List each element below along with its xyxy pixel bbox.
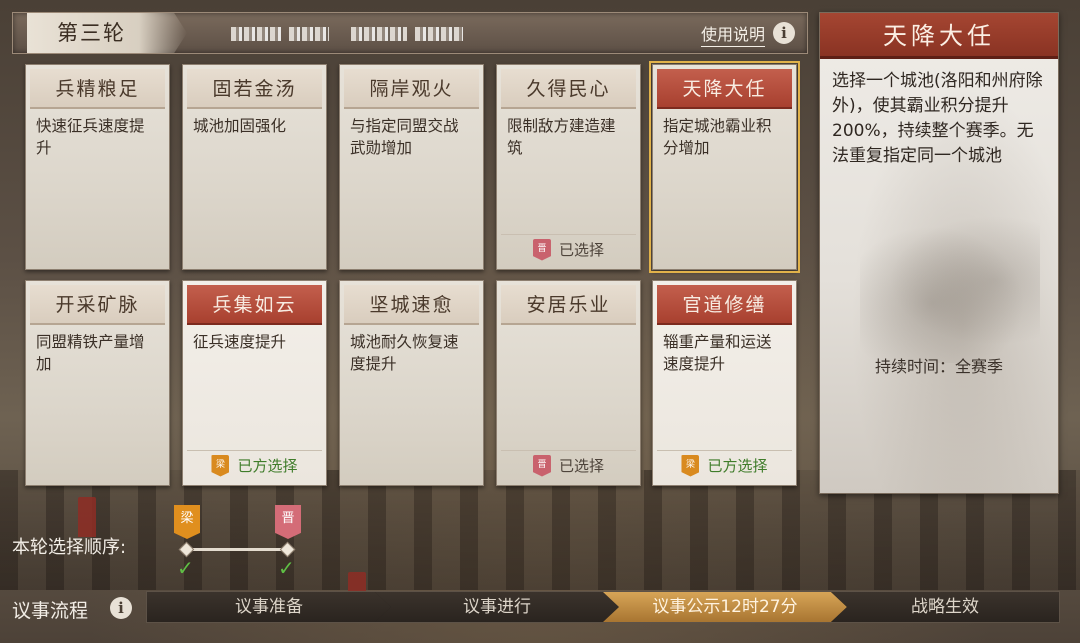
jin-seal-icon: 晋 — [532, 238, 551, 261]
cavalry-illustration — [860, 213, 1040, 363]
redacted-name-block — [231, 27, 281, 41]
card-title: 安居乐业 — [501, 285, 636, 325]
card-description: 城池耐久恢复速度提升 — [350, 333, 459, 373]
enemy-selected-footer: 晋 已选择 — [501, 234, 636, 264]
step-announcement-active: 议事公示12时27分 — [603, 592, 847, 622]
policy-card[interactable]: 久得民心 限制敌方建造建筑 晋 已选择 — [496, 64, 641, 270]
check-icon: ✓ — [278, 556, 295, 580]
card-title: 固若金汤 — [187, 69, 322, 109]
selection-order-label: 本轮选择顺序: — [12, 537, 127, 558]
enemy-selected-footer: 晋 已选择 — [501, 450, 636, 480]
info-icon[interactable]: i — [773, 22, 795, 44]
policy-card[interactable]: 坚城速愈 城池耐久恢复速度提升 — [339, 280, 484, 486]
policy-card[interactable]: 开采矿脉 同盟精铁产量增加 — [25, 280, 170, 486]
liang-flag-icon: 梁 — [174, 505, 200, 539]
jin-flag-icon: 晋 — [275, 505, 301, 539]
card-title: 坚城速愈 — [344, 285, 479, 325]
card-title: 隔岸观火 — [344, 69, 479, 109]
round-title: 第三轮 — [27, 13, 187, 53]
liang-seal-icon: 梁 — [211, 454, 230, 477]
process-bar: 议事准备 议事进行 议事公示12时27分 战略生效 — [146, 591, 1060, 623]
policy-card[interactable]: 安居乐业 晋 已选择 — [496, 280, 641, 486]
card-title: 官道修缮 — [657, 285, 792, 325]
jin-seal-icon: 晋 — [532, 454, 551, 477]
selected-status: 已选择 — [558, 457, 604, 475]
policy-card[interactable]: 隔岸观火 与指定同盟交战武勋增加 — [339, 64, 484, 270]
card-title: 兵精粮足 — [30, 69, 165, 109]
selection-order-track — [186, 548, 288, 551]
policy-card[interactable]: 固若金汤 城池加固强化 — [182, 64, 327, 270]
card-description: 快速征兵速度提升 — [36, 117, 145, 157]
selected-status: 已方选择 — [237, 457, 298, 475]
card-description: 城池加固强化 — [193, 117, 287, 135]
policy-detail-panel: 天降大任 选择一个城池(洛阳和州府除外)，使其霸业积分提升200%，持续整个赛季… — [819, 12, 1059, 494]
war-banner-decoration — [78, 497, 96, 537]
card-description: 与指定同盟交战武勋增加 — [350, 117, 459, 157]
liang-seal-icon: 梁 — [681, 454, 700, 477]
process-label: 议事流程 — [12, 600, 89, 622]
card-title: 开采矿脉 — [30, 285, 165, 325]
detail-duration: 持续时间：全赛季 — [874, 357, 1003, 376]
round-header: 第三轮 使用说明 i — [12, 12, 808, 54]
policy-card-highlighted[interactable]: 天降大任 指定城池霸业积分增加 — [649, 61, 800, 273]
card-title: 天降大任 — [657, 69, 792, 109]
card-description: 征兵速度提升 — [193, 333, 287, 351]
policy-card[interactable]: 官道修缮 辎重产量和运送速度提升 梁 已方选择 — [652, 280, 797, 486]
step-preparation: 议事准备 — [147, 592, 391, 622]
policy-card[interactable]: 兵集如云 征兵速度提升 梁 已方选择 — [182, 280, 327, 486]
redacted-name-block — [351, 27, 407, 41]
policy-card[interactable]: 兵精粮足 快速征兵速度提升 — [25, 64, 170, 270]
card-title: 久得民心 — [501, 69, 636, 109]
card-description — [497, 325, 640, 331]
card-description: 限制敌方建造建筑 — [507, 117, 616, 157]
redacted-name-block — [415, 27, 463, 41]
process-info-icon[interactable]: i — [110, 597, 132, 619]
usage-instructions-link[interactable]: 使用说明 — [700, 21, 765, 47]
selected-status: 已方选择 — [707, 457, 768, 475]
detail-title: 天降大任 — [820, 13, 1058, 59]
card-description: 同盟精铁产量增加 — [36, 333, 145, 373]
card-description: 辎重产量和运送速度提升 — [663, 333, 772, 373]
card-description: 指定城池霸业积分增加 — [663, 117, 772, 157]
step-strategy-effective: 战略生效 — [831, 592, 1059, 622]
check-icon: ✓ — [177, 556, 194, 580]
own-selected-footer: 梁 已方选择 — [187, 450, 322, 480]
step-in-progress: 议事进行 — [375, 592, 619, 622]
detail-description: 选择一个城池(洛阳和州府除外)，使其霸业积分提升200%，持续整个赛季。无法重复… — [832, 71, 1043, 166]
card-title: 兵集如云 — [187, 285, 322, 325]
own-selected-footer: 梁 已方选择 — [657, 450, 792, 480]
redacted-name-block — [289, 27, 329, 41]
selected-status: 已选择 — [558, 241, 604, 259]
